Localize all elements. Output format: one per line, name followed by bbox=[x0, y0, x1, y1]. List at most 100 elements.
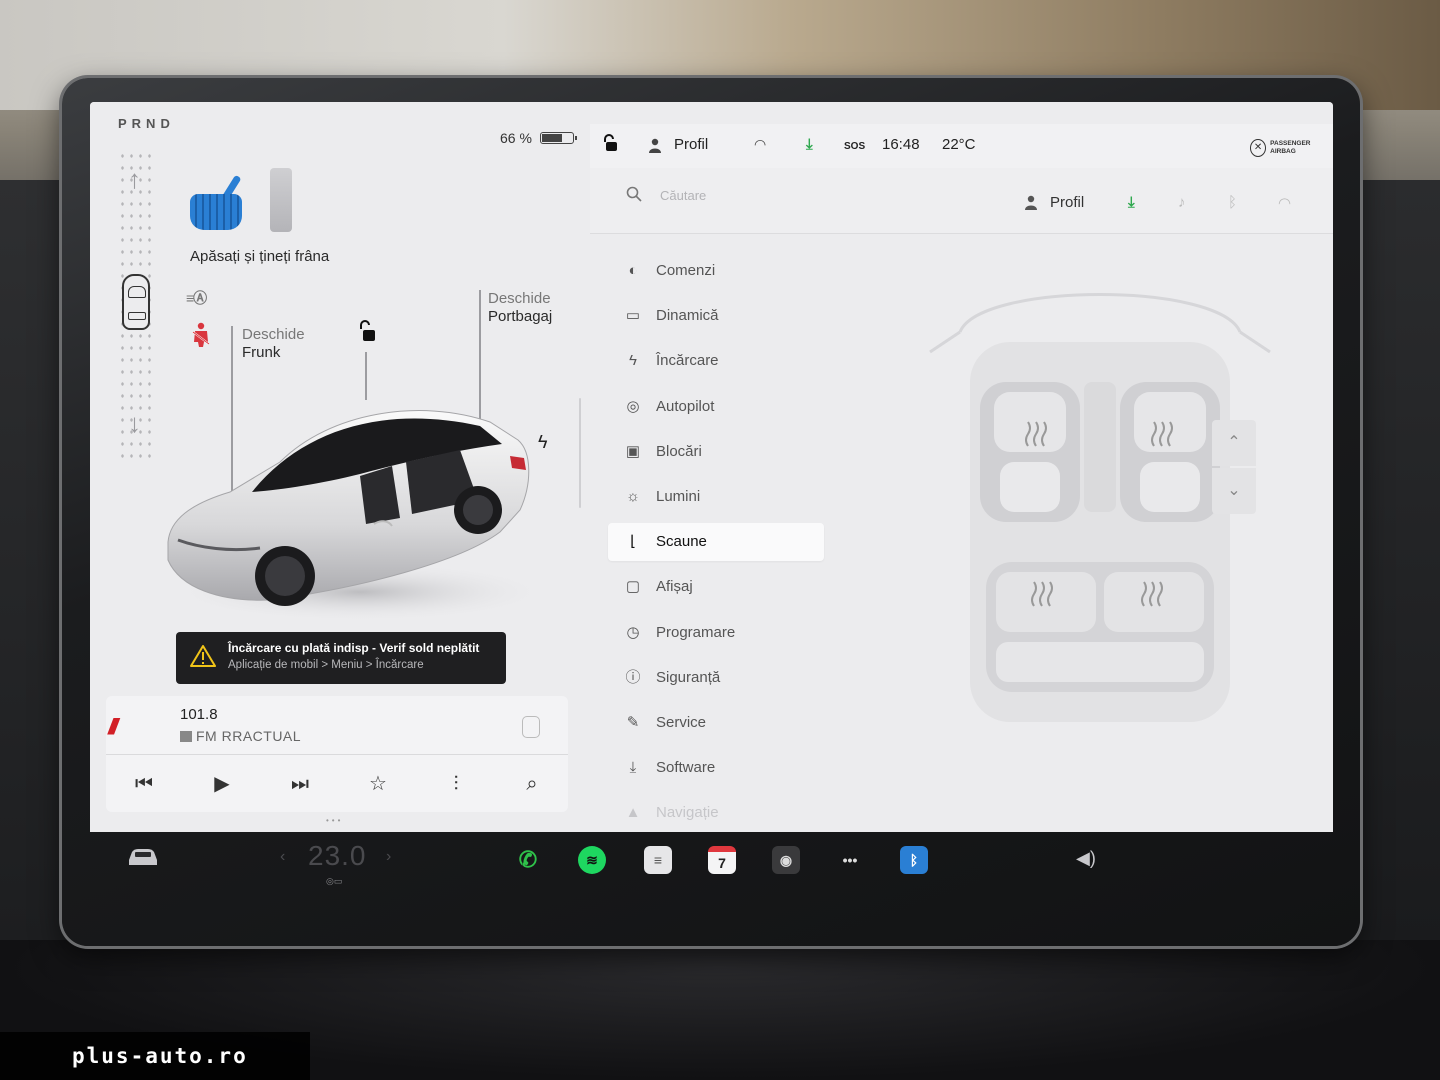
alert-subtitle: Aplicație de mobil > Meniu > Încărcare bbox=[228, 659, 424, 671]
volume-icon[interactable]: ◀) bbox=[1076, 848, 1096, 869]
wifi-icon[interactable]: ◠ bbox=[754, 136, 766, 153]
settings-profile-button[interactable]: Profil bbox=[1050, 194, 1084, 211]
status-bar: Profil ◠ ⤓ SOS 16:48 22°C ✕ PASSENGER AI… bbox=[590, 124, 1333, 168]
menu-item-afisaj[interactable]: ▢ Afișaj bbox=[608, 568, 824, 606]
notes-icon[interactable]: ≡ bbox=[644, 846, 672, 874]
download-icon: ⤓ bbox=[629, 759, 637, 777]
menu-item-label: Încărcare bbox=[656, 352, 719, 370]
clock: 16:48 bbox=[882, 136, 920, 153]
gear-indicator: PRND bbox=[118, 116, 175, 131]
radio-station-name: FM RRACTUAL bbox=[180, 728, 301, 744]
bluetooth-icon[interactable]: ᛒ bbox=[900, 846, 928, 874]
download-icon[interactable]: ⤓ bbox=[806, 136, 813, 153]
unlock-icon[interactable] bbox=[356, 320, 376, 342]
gear-shift-slider[interactable]: ↑ ↓ bbox=[118, 150, 154, 460]
phone-icon[interactable]: ✆ bbox=[514, 846, 542, 874]
menu-item-scaune[interactable]: ⌊ Scaune bbox=[608, 523, 824, 562]
bluetooth-icon[interactable]: ᛒ bbox=[1228, 194, 1237, 211]
favorite-star-icon[interactable]: ☆ bbox=[366, 772, 390, 796]
menu-item-service[interactable]: ✎ Service bbox=[608, 704, 824, 742]
temp-up-icon[interactable]: › bbox=[386, 848, 391, 866]
open-frunk-button[interactable]: Deschide Frunk bbox=[242, 326, 305, 362]
battery-percent: 66 % bbox=[500, 130, 532, 146]
menu-item-navigatie[interactable]: ▲ Navigație bbox=[608, 794, 824, 832]
pane-resize-handle[interactable] bbox=[579, 398, 581, 508]
menu-item-blocari[interactable]: ▣ Blocări bbox=[608, 433, 824, 471]
car-icon[interactable] bbox=[126, 846, 160, 868]
next-track-icon[interactable]: ⏭ bbox=[288, 772, 312, 796]
media-divider bbox=[106, 754, 568, 755]
settings-header: Căutare Profil ⤓ ♪ ᛒ ◠ bbox=[590, 168, 1333, 234]
car-top-icon[interactable] bbox=[122, 274, 150, 330]
sun-icon: ☼ bbox=[626, 488, 640, 505]
chevron-down-icon[interactable]: ⌄ bbox=[1212, 468, 1256, 514]
passenger-airbag-indicator: ✕ PASSENGER AIRBAG bbox=[1250, 134, 1330, 162]
settings-pane: Profil ◠ ⤓ SOS 16:48 22°C ✕ PASSENGER AI… bbox=[590, 102, 1333, 832]
equalizer-icon[interactable]: ⫶ bbox=[444, 772, 468, 796]
settings-search-input[interactable]: Căutare bbox=[660, 188, 706, 203]
auto-headlights-icon: ≡Ⓐ bbox=[186, 290, 207, 306]
menu-item-label: Dinamică bbox=[656, 307, 719, 325]
more-apps-icon[interactable]: ••• bbox=[836, 846, 864, 874]
display-icon: ▢ bbox=[625, 578, 641, 596]
chevron-up-icon[interactable]: ⌃ bbox=[1212, 420, 1256, 466]
charging-alert[interactable]: Încărcare cu plată indisp - Verif sold n… bbox=[176, 632, 506, 684]
outside-temperature: 22°C bbox=[942, 136, 976, 153]
download-icon[interactable]: ⤓ bbox=[1128, 194, 1135, 211]
open-frunk-label: Frunk bbox=[242, 344, 281, 361]
wrench-icon: ✎ bbox=[626, 714, 640, 731]
menu-item-label: Navigație bbox=[656, 804, 719, 822]
radio-station-label: FM RRACTUAL bbox=[196, 728, 302, 744]
radio-station-logo: /// bbox=[108, 712, 168, 740]
open-trunk-label: Portbagaj bbox=[488, 308, 553, 325]
alert-title: Încărcare cu plată indisp - Verif sold n… bbox=[228, 641, 480, 655]
calendar-icon[interactable]: 7 bbox=[708, 846, 736, 874]
search-icon[interactable]: ⌕ bbox=[520, 772, 544, 796]
touchscreen: PRND 66 % ↑ ↓ Apăsați și țineți frâna ≡Ⓐ… bbox=[90, 102, 1333, 832]
menu-item-label: Afișaj bbox=[656, 578, 693, 596]
navigation-icon: ▲ bbox=[625, 804, 641, 822]
bell-icon[interactable]: ♪ bbox=[1178, 194, 1186, 211]
seatbelt-warning-icon bbox=[192, 322, 210, 347]
camera-icon[interactable]: ◉ bbox=[772, 846, 800, 874]
previous-track-icon[interactable]: ⏮ bbox=[132, 772, 156, 796]
menu-item-comenzi[interactable]: ◐ Comenzi bbox=[608, 252, 824, 290]
wifi-icon[interactable]: ◠ bbox=[1278, 194, 1291, 212]
lock-icon: ▣ bbox=[625, 442, 641, 460]
menu-item-siguranta[interactable]: ⓘ Siguranță bbox=[608, 659, 824, 697]
battery-indicator: 66 % bbox=[500, 130, 577, 146]
menu-item-label: Blocări bbox=[656, 442, 702, 460]
menu-item-label: Siguranță bbox=[656, 668, 721, 686]
menu-item-dinamica[interactable]: ▭ Dinamică bbox=[608, 297, 824, 335]
menu-item-autopilot[interactable]: ◎ Autopilot bbox=[608, 388, 824, 426]
battery-icon bbox=[539, 132, 577, 144]
temp-down-icon[interactable]: ‹ bbox=[280, 848, 285, 866]
menu-item-lumini[interactable]: ☼ Lumini bbox=[608, 478, 824, 516]
menu-item-label: Lumini bbox=[656, 488, 701, 505]
menu-item-label: Programare bbox=[656, 623, 736, 641]
menu-item-software[interactable]: ⤓ Software bbox=[608, 749, 824, 787]
menu-item-programare[interactable]: ◷ Programare bbox=[608, 614, 824, 652]
brake-pedal-pad bbox=[190, 194, 242, 230]
arrow-up-icon: ↑ bbox=[128, 164, 141, 194]
climate-fan-icon[interactable]: ◎▭ bbox=[326, 876, 342, 887]
radio-scan-icon[interactable] bbox=[522, 716, 540, 738]
open-trunk-verb: Deschide bbox=[488, 290, 551, 307]
spotify-icon[interactable]: ≋ bbox=[578, 846, 606, 874]
accelerator-pedal-icon bbox=[270, 168, 292, 232]
car-status-pane: PRND 66 % ↑ ↓ Apăsați și țineți frâna ≡Ⓐ… bbox=[90, 102, 590, 832]
station-icon bbox=[180, 731, 192, 742]
sos-button[interactable]: SOS bbox=[844, 141, 865, 152]
clock-icon: ◷ bbox=[626, 623, 640, 641]
play-icon[interactable]: ▶ bbox=[210, 772, 234, 796]
menu-item-label: Software bbox=[656, 759, 716, 777]
status-profile-button[interactable]: Profil bbox=[674, 136, 708, 153]
menu-item-incarcare[interactable]: ϟ Încărcare bbox=[608, 342, 824, 380]
airbag-off-icon: ✕ bbox=[1250, 139, 1267, 157]
seat-icon: ⌊ bbox=[630, 533, 636, 551]
menu-item-label: Autopilot bbox=[656, 397, 715, 415]
cabin-temperature[interactable]: 23.0 bbox=[308, 840, 367, 872]
open-trunk-button[interactable]: Deschide Portbagaj bbox=[488, 290, 552, 326]
radio-logo-mark: /// bbox=[108, 714, 119, 739]
lock-status-icon[interactable] bbox=[602, 134, 618, 152]
